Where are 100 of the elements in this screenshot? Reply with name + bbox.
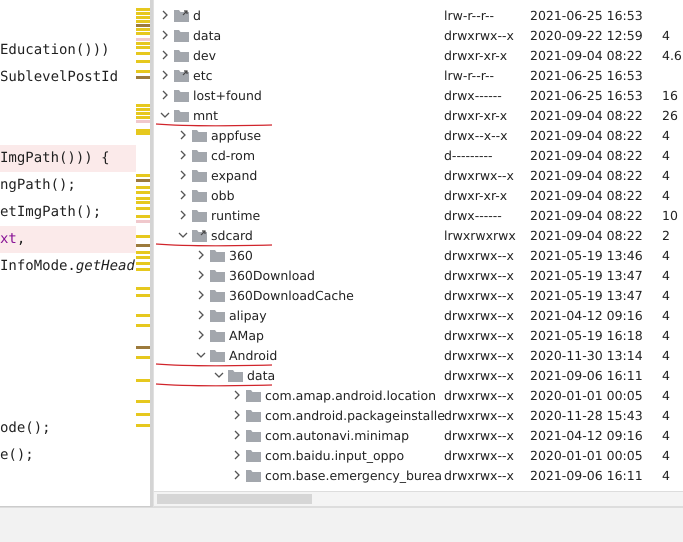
permissions-text: drwxrwx--x [444,288,515,302]
file-row[interactable]: etc lrw-r--r-- 2021-06-25 16:53 [154,65,683,85]
file-row[interactable]: dev drwxr-xr-x 2021-09-04 08:22 4.6 [154,45,683,65]
permissions-text: drwxrwx--x [444,368,515,382]
chevron-right-icon[interactable] [196,310,206,320]
chevron-down-icon[interactable] [160,110,170,120]
chevron-right-icon[interactable] [160,30,170,40]
file-row[interactable]: com.base.emergency_burea drwxrwx--x 2021-09-06 16:11 4 [154,465,683,485]
chevron-right-icon[interactable] [160,10,170,20]
chevron-right-icon[interactable] [160,50,170,60]
permissions-text: drwxrwx--x [444,248,515,262]
chevron-right-icon[interactable] [178,190,188,200]
chevron-right-icon[interactable] [178,210,188,220]
date-text: 2021-09-04 08:22 [530,188,644,202]
horizontal-scrollbar[interactable] [154,491,683,508]
size-text: 4 [662,148,670,162]
chevron-down-icon[interactable] [196,350,206,360]
permissions-text: drwx------ [444,208,503,222]
file-name: 360Download [229,268,315,282]
file-name: com.amap.android.location [265,388,436,402]
size-text: 4 [662,288,670,302]
permissions-text: drwxrwx--x [444,268,515,282]
file-row[interactable]: 360DownloadCache drwxrwx--x 2021-05-19 13:47 4 [154,285,683,305]
file-row[interactable]: lost+found drwx------ 2021-06-25 16:53 16 [154,85,683,105]
chevron-right-icon[interactable] [196,270,206,280]
file-name: com.android.packageinstalle [265,408,445,422]
file-row[interactable]: data drwxrwx--x 2021-09-06 16:11 4 [154,365,683,385]
date-text: 2020-01-01 00:05 [530,448,644,462]
chevron-right-icon[interactable] [232,390,242,400]
file-name: 360 [229,248,253,262]
file-name: 360DownloadCache [229,288,354,302]
permissions-text: drwxrwx--x [444,448,515,462]
file-row[interactable]: 360Download drwxrwx--x 2021-05-19 13:47 4 [154,265,683,285]
permissions-text: drwxrwx--x [444,428,515,442]
file-name: sdcard [211,228,253,242]
file-row[interactable]: AMap drwxrwx--x 2021-05-19 16:18 4 [154,325,683,345]
file-row[interactable]: obb drwxr-xr-x 2021-09-04 08:22 4 [154,185,683,205]
date-text: 2020-01-01 00:05 [530,388,644,402]
date-text: 2021-06-25 16:53 [530,8,644,22]
date-text: 2021-05-19 13:46 [530,248,644,262]
chevron-down-icon[interactable] [214,370,224,380]
date-text: 2021-09-04 08:22 [530,108,644,122]
code-line: SublevelPostId [0,68,120,87]
file-row[interactable]: mnt drwxr-xr-x 2021-09-04 08:22 26 [154,105,683,125]
file-row[interactable]: appfuse drwx--x--x 2021-09-04 08:22 4 [154,125,683,145]
scrollbar-thumb[interactable] [157,494,312,504]
file-row[interactable]: cd-rom d--------- 2021-09-04 08:22 4 [154,145,683,165]
file-row[interactable]: d lrw-r--r-- 2021-06-25 16:53 [154,5,683,25]
file-row[interactable]: com.android.packageinstalledrwxrwx--x 2020-11-28 15:43 4 [154,405,683,425]
permissions-text: drwxr-xr-x [444,48,508,62]
chevron-right-icon[interactable] [178,130,188,140]
chevron-right-icon[interactable] [196,250,206,260]
file-row[interactable]: Android drwxrwx--x 2020-11-30 13:14 4 [154,345,683,365]
file-row[interactable]: alipay drwxrwx--x 2021-04-12 09:16 4 [154,305,683,325]
size-text: 4.6 [662,48,682,62]
permissions-text: drwxrwx--x [444,388,515,402]
chevron-right-icon[interactable] [160,70,170,80]
size-text: 4 [662,328,670,342]
file-row[interactable]: com.amap.android.location drwxrwx--x 2020-01-01 00:05 4 [154,385,683,405]
file-row[interactable]: sdcard lrwxrwxrwx 2021-09-04 08:22 2 [154,225,683,245]
file-row[interactable]: com.autonavi.minimap drwxrwx--x 2021-04-12 09:16 4 [154,425,683,445]
chevron-right-icon[interactable] [178,150,188,160]
date-text: 2021-09-04 08:22 [530,168,644,182]
chevron-right-icon[interactable] [232,410,242,420]
date-text: 2021-05-19 13:47 [530,288,644,302]
file-name: d [193,8,201,22]
date-text: 2021-09-04 08:22 [530,228,644,242]
file-row[interactable]: expand drwxrwx--x 2021-09-04 08:22 4 [154,165,683,185]
size-text: 4 [662,308,670,322]
size-text: 4 [662,468,670,482]
permissions-text: drwxrwx--x [444,348,515,362]
permissions-text: drwxr-xr-x [444,108,508,122]
date-text: 2021-09-04 08:22 [530,48,644,62]
chevron-right-icon[interactable] [178,170,188,180]
size-text: 4 [662,388,670,402]
file-row[interactable]: com.baidu.input_oppo drwxrwx--x 2020-01-01 00:05 4 [154,445,683,465]
chevron-right-icon[interactable] [196,290,206,300]
file-name: mnt [193,108,218,122]
chevron-down-icon[interactable] [178,230,188,240]
date-text: 2021-09-06 16:11 [530,468,644,482]
file-row[interactable]: 360 drwxrwx--x 2021-05-19 13:46 4 [154,245,683,265]
file-name: dev [193,48,216,62]
chevron-right-icon[interactable] [232,450,242,460]
code-line: ngPath(); [0,176,77,195]
size-text: 4 [662,268,670,282]
chevron-right-icon[interactable] [232,470,242,480]
file-row[interactable]: data drwxrwx--x 2020-09-22 12:59 4 [154,25,683,45]
date-text: 2020-09-22 12:59 [530,28,644,42]
chevron-right-icon[interactable] [196,330,206,340]
file-name: Android [229,348,278,362]
size-text: 4 [662,428,670,442]
size-text: 4 [662,348,670,362]
chevron-right-icon[interactable] [232,430,242,440]
code-line: etImgPath(); [0,203,102,222]
permissions-text: drwxr-xr-x [444,188,508,202]
permissions-text: drwxrwx--x [444,28,515,42]
code-line: InfoMode.getHead [0,257,136,276]
file-row[interactable]: runtime drwx------ 2021-09-04 08:22 10 [154,205,683,225]
permissions-text: drwx------ [444,88,503,102]
chevron-right-icon[interactable] [160,90,170,100]
